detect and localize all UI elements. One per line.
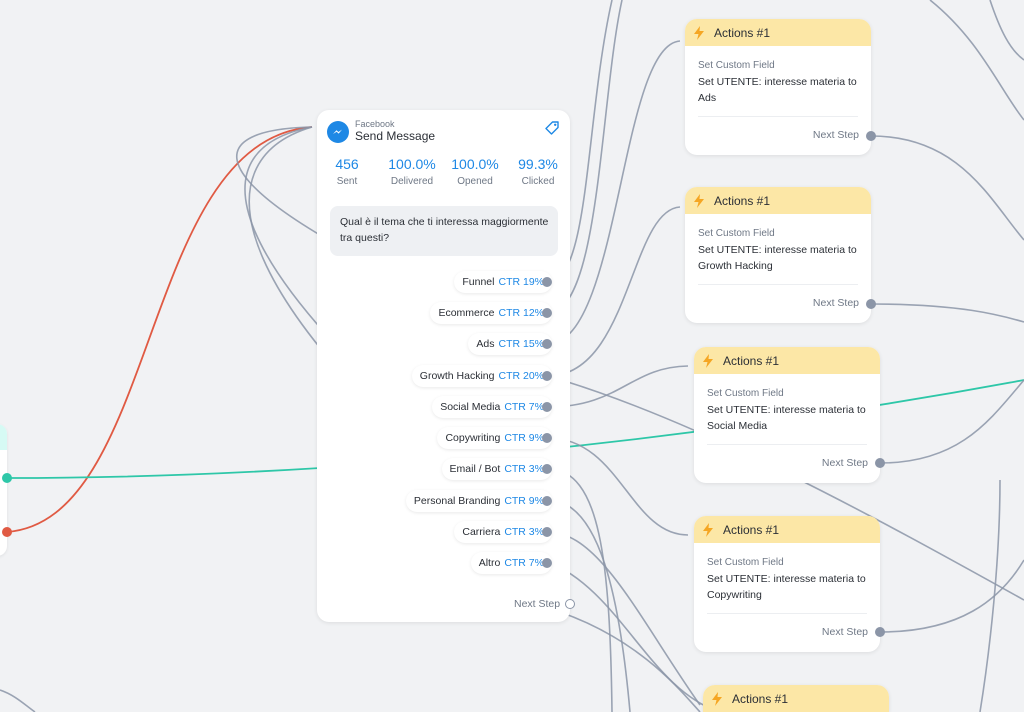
action-title: Actions #1 <box>714 25 771 40</box>
divider <box>698 116 858 117</box>
quick-reply-button[interactable]: Social Media CTR 7% <box>432 396 552 418</box>
action-title: Actions #1 <box>723 522 780 537</box>
action-next-pin[interactable] <box>875 458 885 468</box>
action-node[interactable]: Actions #1 <box>703 685 889 712</box>
button-output-pin[interactable] <box>542 433 552 443</box>
action-node[interactable]: Actions #1 Set Custom Field Set UTENTE: … <box>694 347 880 483</box>
button-output-pin[interactable] <box>542 277 552 287</box>
node-title: Send Message <box>355 128 436 143</box>
button-output-pin[interactable] <box>542 371 552 381</box>
connector <box>870 303 1024 323</box>
tag-icon[interactable] <box>544 120 560 141</box>
action-node[interactable]: Actions #1 Set Custom Field Set UTENTE: … <box>685 187 871 323</box>
quick-reply-button[interactable]: Personal Branding CTR 9% <box>405 490 552 512</box>
messenger-icon <box>327 120 349 143</box>
action-next-pin[interactable] <box>866 299 876 309</box>
action-header: Actions #1 <box>685 187 871 214</box>
connector <box>0 689 36 712</box>
connector <box>979 479 1001 712</box>
quick-reply-button[interactable]: Growth Hacking CTR 20% <box>411 365 552 387</box>
action-subtitle: Set Custom Field <box>698 228 775 239</box>
quick-reply-button[interactable]: Email / Bot CTR 3% <box>441 458 552 480</box>
lightning-icon <box>703 353 713 368</box>
button-output-pin[interactable] <box>542 308 552 318</box>
lightning-icon <box>694 193 704 208</box>
action-title: Actions #1 <box>723 353 780 368</box>
action-node[interactable]: Actions #1 Set Custom Field Set UTENTE: … <box>694 516 880 652</box>
action-subtitle: Set Custom Field <box>707 557 784 568</box>
stats-row: 456 Sent 100.0% Delivered 100.0% Opened … <box>317 156 570 192</box>
connector <box>547 531 701 706</box>
button-output-pin[interactable] <box>542 339 552 349</box>
button-output-pin[interactable] <box>542 496 552 506</box>
action-description: Set UTENTE: interesse materia to Growth … <box>698 244 857 272</box>
action-title: Actions #1 <box>714 193 771 208</box>
stat-opened: 100.0% Opened <box>451 156 499 187</box>
node-header: Facebook Send Message <box>327 119 436 143</box>
next-step-label: Next Step <box>821 626 868 638</box>
quick-reply-button[interactable]: Altro CTR 7% <box>470 552 552 574</box>
next-step-label: Next Step <box>821 457 868 469</box>
button-output-pin[interactable] <box>542 464 552 474</box>
button-output-pin[interactable] <box>542 402 552 412</box>
action-description: Set UTENTE: interesse materia to Ads <box>698 76 857 104</box>
quick-reply-button[interactable]: Carriera CTR 3% <box>454 521 552 543</box>
divider <box>707 444 867 445</box>
action-subtitle: Set Custom Field <box>707 388 784 399</box>
action-description: Set UTENTE: interesse materia to Copywri… <box>707 573 866 601</box>
button-output-pin[interactable] <box>542 527 552 537</box>
action-header: Actions #1 <box>685 19 871 46</box>
divider <box>698 284 858 285</box>
lightning-icon <box>694 25 704 40</box>
stat-clicked: 99.3% Clicked <box>518 156 558 187</box>
action-next-pin[interactable] <box>866 131 876 141</box>
next-step-label: Next Step <box>514 598 561 610</box>
message-text[interactable]: Qual è il tema che ti interessa maggiorm… <box>330 206 558 256</box>
next-step-pin[interactable] <box>565 599 575 609</box>
action-header: Actions #1 <box>694 347 880 374</box>
action-title: Actions #1 <box>732 691 789 706</box>
action-description: Set UTENTE: interesse materia to Social … <box>707 404 866 432</box>
action-next-pin[interactable] <box>875 627 885 637</box>
action-node[interactable]: Actions #1 Set Custom Field Set UTENTE: … <box>685 19 871 155</box>
connector <box>559 611 701 712</box>
connector <box>929 0 1024 121</box>
quick-reply-button[interactable]: Ads CTR 15% <box>468 333 552 355</box>
red-output-pin[interactable] <box>2 527 12 537</box>
connector <box>989 0 1024 61</box>
send-message-node[interactable]: Facebook Send Message 456 Sent 100.0% De… <box>317 110 575 622</box>
quick-reply-button[interactable]: Funnel CTR 19% <box>454 271 552 293</box>
lightning-icon <box>712 691 722 706</box>
connector <box>879 559 1024 633</box>
divider <box>707 613 867 614</box>
lightning-icon <box>703 522 713 537</box>
connector <box>870 135 1024 241</box>
stat-sent: 456 Sent <box>335 156 359 187</box>
action-header: Actions #1 <box>703 685 889 712</box>
action-subtitle: Set Custom Field <box>698 60 775 71</box>
teal-output-pin[interactable] <box>2 473 12 483</box>
next-step-label: Next Step <box>812 297 859 309</box>
quick-reply-button[interactable]: Ecommerce CTR 12% <box>430 302 552 324</box>
next-step-label: Next Step <box>812 129 859 141</box>
button-output-pin[interactable] <box>542 558 552 568</box>
action-header: Actions #1 <box>694 516 880 543</box>
quick-reply-button[interactable]: Copywriting CTR 9% <box>437 427 552 449</box>
stat-delivered: 100.0% Delivered <box>388 156 436 187</box>
